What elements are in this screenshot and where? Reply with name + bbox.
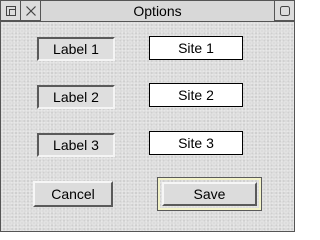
save-button-default-ring: Save [157, 177, 262, 211]
toggle-size-button[interactable] [274, 1, 294, 21]
site-2-field[interactable]: Site 2 [149, 83, 243, 107]
close-icon [25, 5, 36, 16]
save-button[interactable]: Save [162, 182, 257, 206]
options-window: Options Label 1 Site 1 Label 2 Site 2 La… [0, 0, 295, 232]
title-bar[interactable]: Options [1, 1, 294, 22]
cancel-button[interactable]: Cancel [33, 181, 113, 207]
label-2: Label 2 [37, 85, 115, 109]
close-button[interactable] [21, 1, 41, 21]
site-1-field[interactable]: Site 1 [149, 36, 243, 60]
site-3-field[interactable]: Site 3 [149, 131, 243, 155]
label-1: Label 1 [37, 37, 115, 61]
back-button[interactable] [1, 1, 21, 21]
label-3: Label 3 [37, 133, 115, 157]
toggle-size-icon [279, 5, 290, 16]
window-title: Options [133, 3, 182, 19]
back-icon [5, 5, 16, 16]
